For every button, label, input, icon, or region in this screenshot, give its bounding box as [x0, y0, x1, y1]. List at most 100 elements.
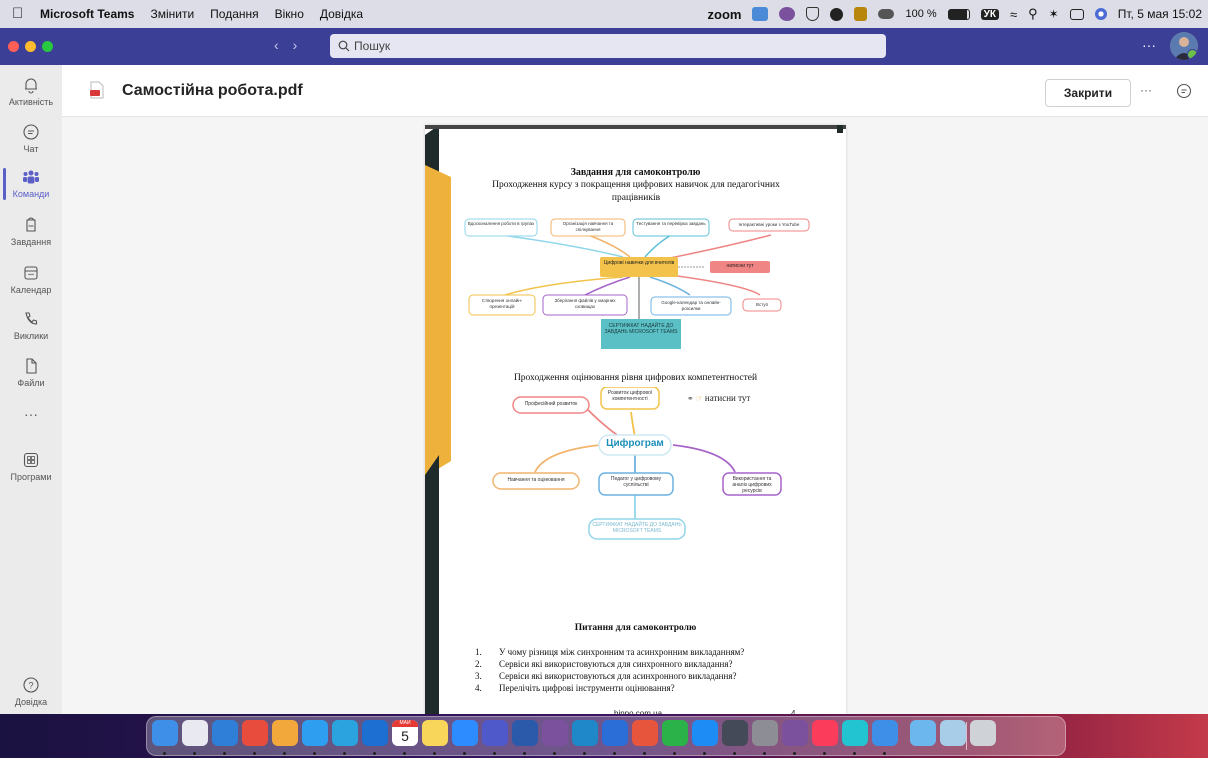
chrome-icon[interactable]: [242, 720, 268, 746]
titlebar-more-icon[interactable]: ···: [1142, 37, 1156, 53]
dock-running-indicator: [433, 752, 436, 755]
svg-text:?: ?: [28, 681, 33, 691]
question-item: 2. Сервіси які використовуються для синхр…: [475, 659, 733, 669]
system-prefs-icon[interactable]: [752, 720, 778, 746]
map2-click-link[interactable]: ⚭ ☞ натисни тут: [687, 393, 750, 403]
rail-calls[interactable]: Виклики: [0, 310, 62, 341]
close-file-button[interactable]: Закрити: [1045, 79, 1131, 107]
rail-chat[interactable]: Чат: [0, 123, 62, 154]
heading-self-control: Завдання для самоконтролю: [570, 167, 701, 178]
assignments-icon: [26, 217, 36, 232]
github-status-icon[interactable]: [830, 7, 844, 21]
pdf-page[interactable]: Завдання для самоконтролю Проходження ку…: [425, 125, 846, 721]
zoom-status-label[interactable]: zoom: [708, 7, 742, 22]
viber-icon[interactable]: [782, 720, 808, 746]
search-placeholder: Пошук: [354, 39, 391, 53]
photo-app-icon[interactable]: [722, 720, 748, 746]
apple-icon[interactable]: : [12, 6, 26, 21]
edge-icon[interactable]: [572, 720, 598, 746]
rail-label-assignments: Завдання: [10, 237, 52, 247]
app-store-like-icon[interactable]: [362, 720, 388, 746]
question-item: 4. Перелічіть цифрові інструменти оцінюва…: [475, 683, 675, 693]
finder-icon[interactable]: [152, 720, 178, 746]
appstore-icon[interactable]: [692, 720, 718, 746]
bluetooth-icon[interactable]: ✶: [1049, 7, 1059, 21]
photos-icon[interactable]: [272, 720, 298, 746]
zoom-icon[interactable]: [452, 720, 478, 746]
close-window-icon[interactable]: [8, 41, 19, 52]
screen-share-icon[interactable]: [752, 7, 769, 21]
zoom-window-icon[interactable]: [42, 41, 53, 52]
file-more-icon[interactable]: ···: [1140, 83, 1152, 97]
teams-icon[interactable]: [482, 720, 508, 746]
mail-icon[interactable]: [302, 720, 328, 746]
map1-label-organization: Організація навчання та спілкування: [562, 221, 614, 232]
battery-percent: 100 %: [905, 8, 937, 20]
dock-running-indicator: [463, 752, 466, 755]
wifi-icon[interactable]: ≈: [1010, 7, 1017, 22]
map1-label-presentations: Створення онлайн-презентацій: [481, 298, 523, 309]
calendar-icon[interactable]: МАЙ 5: [392, 720, 418, 746]
rail-activity[interactable]: Активність: [0, 76, 62, 107]
map2-label-center: Цифрограм: [606, 438, 664, 449]
menubar-datetime[interactable]: Пт, 5 мая 15:02: [1118, 7, 1202, 21]
map1-label-click[interactable]: натисни тут: [712, 263, 768, 269]
map2-label-click: натисни тут: [704, 393, 751, 403]
shield-status-icon[interactable]: [806, 7, 820, 21]
dock-running-indicator: [583, 752, 586, 755]
launchpad-icon[interactable]: [182, 720, 208, 746]
menubar-app-name[interactable]: Microsoft Teams: [40, 7, 134, 21]
figma-icon[interactable]: [632, 720, 658, 746]
search-input[interactable]: Пошук: [330, 34, 886, 58]
folder-icon[interactable]: [910, 720, 936, 746]
rail-more-icon[interactable]: ···: [0, 406, 62, 422]
minimize-window-icon[interactable]: [25, 41, 36, 52]
menu-help[interactable]: Довідка: [320, 7, 363, 21]
back-arrow-icon[interactable]: ‹: [274, 37, 293, 53]
control-center-icon[interactable]: [1069, 8, 1084, 20]
keyboard-lang[interactable]: УК: [980, 8, 999, 20]
rail-assignments[interactable]: Завдання: [0, 216, 62, 247]
battery-icon[interactable]: [947, 8, 970, 20]
dock-running-indicator: [763, 752, 766, 755]
conversation-icon[interactable]: [1176, 83, 1192, 99]
telegram-icon[interactable]: [332, 720, 358, 746]
forward-arrow-icon[interactable]: ›: [293, 37, 312, 53]
page-top-bar: [425, 125, 846, 129]
map2-label-competence: Розвиток цифрової компетентності: [607, 390, 653, 402]
trash-icon[interactable]: [970, 720, 996, 746]
downloads-icon[interactable]: [940, 720, 966, 746]
dock-separator: [966, 722, 967, 750]
notes-icon[interactable]: [422, 720, 448, 746]
file-viewer: Самостійна робота.pdf Закрити ··· Завдан…: [62, 65, 1208, 721]
bug-status-icon[interactable]: [854, 7, 868, 21]
rail-calendar[interactable]: Календар: [0, 264, 62, 295]
map1-label-intro: Вступ: [755, 302, 769, 307]
dock-running-indicator: [283, 752, 286, 755]
window-controls: [8, 41, 53, 52]
keynote-icon[interactable]: [602, 720, 628, 746]
rail-apps[interactable]: Програми: [0, 451, 62, 482]
rail-help[interactable]: ? Довідка: [0, 676, 62, 707]
spotlight-icon[interactable]: ⚲: [1028, 6, 1038, 22]
safari-icon[interactable]: [212, 720, 238, 746]
viber-status-icon[interactable]: [779, 7, 796, 21]
history-nav: ‹›: [274, 37, 311, 53]
canva-icon[interactable]: [842, 720, 868, 746]
rail-files[interactable]: Файли: [0, 357, 62, 388]
rail-teams[interactable]: Команди: [0, 168, 62, 200]
music-icon[interactable]: [812, 720, 838, 746]
question-item: 1. У чому різниця між синхронним та асинх…: [475, 647, 745, 657]
cloud-status-icon[interactable]: [878, 9, 895, 19]
menu-window[interactable]: Вікно: [275, 7, 304, 21]
dock-running-indicator: [403, 752, 406, 755]
menu-edit[interactable]: Змінити: [150, 7, 194, 21]
menu-view[interactable]: Подання: [210, 7, 258, 21]
whatsapp-icon[interactable]: [662, 720, 688, 746]
viber-icon[interactable]: [542, 720, 568, 746]
macos-menubar:  Microsoft Teams Змінити Подання Вікно …: [0, 0, 1208, 28]
avatar[interactable]: [1170, 32, 1198, 60]
preview-icon[interactable]: [872, 720, 898, 746]
word-icon[interactable]: [512, 720, 538, 746]
siri-icon[interactable]: [1094, 8, 1107, 20]
